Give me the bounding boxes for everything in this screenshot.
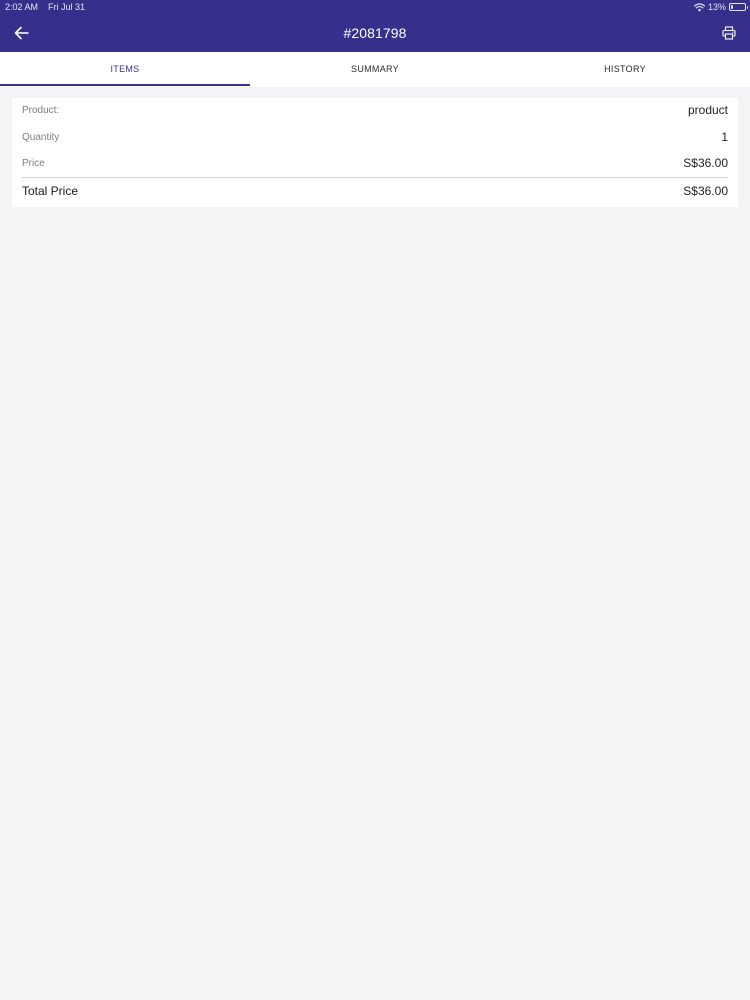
header: 2:02 AM Fri Jul 31 13% #2081798 [0, 0, 750, 52]
items-card: Product: product Quantity 1 Price S$36.0… [12, 98, 738, 207]
price-row: Price S$36.00 [22, 152, 728, 174]
order-detail-screen: 2:02 AM Fri Jul 31 13% #2081798 ITEMS SU… [0, 0, 750, 1000]
printer-icon [722, 26, 736, 40]
product-label: Product: [22, 104, 60, 116]
wifi-icon [693, 2, 705, 12]
total-price-label: Total Price [22, 184, 79, 198]
page-title: #2081798 [343, 25, 407, 41]
tab-summary[interactable]: SUMMARY [250, 52, 500, 87]
status-indicators: 13% [693, 0, 748, 14]
status-date: Fri Jul 31 [48, 2, 86, 12]
battery-level [731, 5, 733, 9]
battery-percent: 13% [707, 2, 726, 12]
quantity-value: 1 [721, 130, 728, 144]
print-button[interactable] [716, 20, 742, 46]
tab-bar: ITEMS SUMMARY HISTORY [0, 52, 750, 87]
price-value: S$36.00 [683, 156, 728, 170]
total-price-value: S$36.00 [683, 184, 728, 198]
tab-items[interactable]: ITEMS [0, 52, 250, 87]
battery-icon [729, 3, 748, 11]
product-value: product [687, 103, 728, 117]
quantity-label: Quantity [22, 131, 60, 143]
total-divider [22, 177, 728, 178]
quantity-row: Quantity 1 [22, 126, 728, 148]
nav-bar: #2081798 [0, 14, 750, 52]
tab-history[interactable]: HISTORY [500, 52, 750, 87]
price-label: Price [22, 157, 45, 169]
status-bar: 2:02 AM Fri Jul 31 13% [0, 0, 750, 14]
status-time: 2:02 AM [5, 2, 39, 12]
product-row: Product: product [22, 99, 728, 121]
total-price-row: Total Price S$36.00 [22, 180, 728, 202]
